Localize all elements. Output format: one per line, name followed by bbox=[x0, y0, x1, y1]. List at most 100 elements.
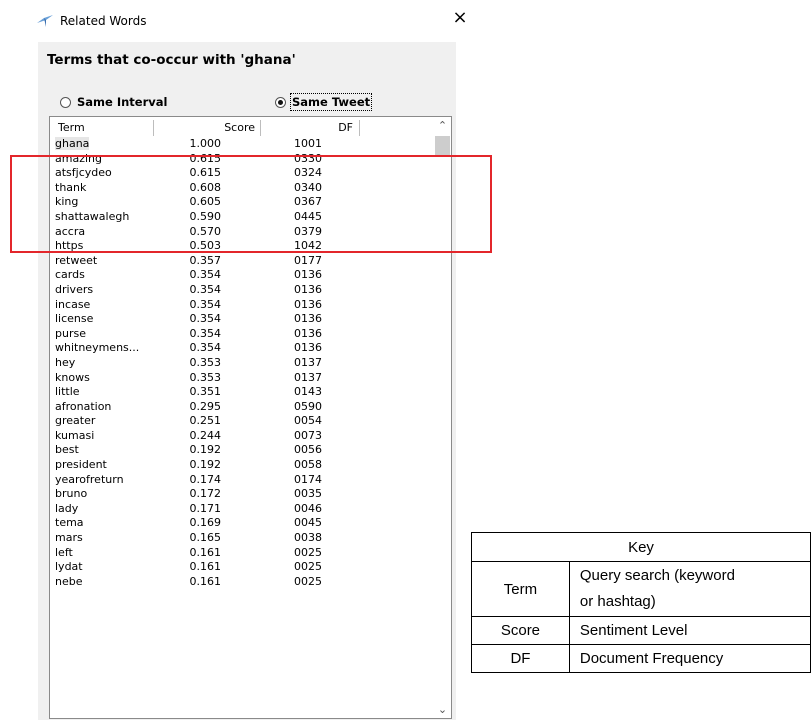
cell-df: 0143 bbox=[221, 385, 330, 400]
cell-score-text: 0.351 bbox=[189, 385, 222, 399]
table-row[interactable]: hey 0.353 0137 bbox=[53, 356, 433, 371]
cell-score: 0.354 bbox=[154, 282, 222, 298]
cell-df: 0136 bbox=[221, 312, 330, 327]
table-row[interactable]: cards 0.354 0136 bbox=[53, 268, 433, 283]
key-term: Score bbox=[471, 616, 570, 645]
cell-term-text: little bbox=[55, 385, 80, 399]
key-desc: Sentiment Level bbox=[568, 616, 811, 645]
cell-df-text: 0058 bbox=[294, 458, 322, 472]
cell-df-text: 0137 bbox=[294, 355, 322, 369]
cell-score-text: 0.192 bbox=[189, 443, 222, 457]
highlight-box bbox=[10, 155, 492, 253]
cell-df-text: 0590 bbox=[294, 399, 322, 413]
cell-score: 0.244 bbox=[154, 428, 222, 444]
table-row[interactable]: nebe 0.161 0025 bbox=[53, 575, 433, 590]
cell-term: best bbox=[53, 443, 154, 458]
cell-df-text: 0025 bbox=[294, 545, 322, 559]
table-row[interactable]: yearofreturn 0.174 0174 bbox=[53, 473, 433, 488]
table-row[interactable]: license 0.354 0136 bbox=[53, 312, 433, 327]
cell-term: yearofreturn bbox=[53, 473, 154, 488]
scroll-up-icon[interactable]: ⌃ bbox=[434, 117, 451, 134]
cell-df-text: 0025 bbox=[294, 560, 322, 574]
table-row[interactable]: left 0.161 0025 bbox=[53, 546, 433, 561]
cell-score-text: 0.353 bbox=[189, 370, 222, 384]
cell-score-text: 0.295 bbox=[189, 399, 222, 413]
radio-same-tweet[interactable]: Same Tweet bbox=[275, 93, 373, 111]
radio-same-interval[interactable]: Same Interval bbox=[60, 95, 167, 109]
table-row[interactable]: lydat 0.161 0025 bbox=[53, 560, 433, 575]
cell-score: 0.161 bbox=[154, 545, 222, 561]
cell-term-text: whitneymens... bbox=[55, 341, 140, 355]
table-row[interactable]: best 0.192 0056 bbox=[53, 443, 433, 458]
scroll-down-icon[interactable]: ⌄ bbox=[434, 701, 451, 718]
close-icon[interactable]: × bbox=[452, 9, 468, 27]
table-row[interactable]: purse 0.354 0136 bbox=[53, 327, 433, 342]
cell-df-text: 0143 bbox=[294, 385, 322, 399]
cell-df: 0025 bbox=[221, 546, 330, 561]
cell-df-text: 0054 bbox=[294, 414, 322, 428]
cell-df-text: 0137 bbox=[294, 370, 322, 384]
radio-label: Same Interval bbox=[77, 95, 168, 109]
column-header-df[interactable]: DF bbox=[261, 120, 360, 136]
cell-score-text: 0.161 bbox=[189, 560, 222, 574]
cell-score-text: 0.354 bbox=[189, 282, 222, 296]
cell-score: 0.351 bbox=[154, 385, 222, 400]
cell-term: hey bbox=[53, 356, 154, 371]
cell-df: 0073 bbox=[221, 429, 330, 444]
table-row[interactable]: ghana 1.000 1001 bbox=[53, 137, 433, 152]
radio-indicator[interactable] bbox=[275, 96, 286, 108]
cell-score-text: 0.161 bbox=[189, 574, 222, 588]
cell-score: 0.192 bbox=[154, 443, 222, 458]
cell-df: 1001 bbox=[221, 137, 330, 152]
table-row[interactable]: mars 0.165 0038 bbox=[53, 531, 433, 546]
table-row[interactable]: whitneymens... 0.354 0136 bbox=[53, 341, 433, 356]
cell-term-text: lady bbox=[55, 501, 79, 515]
table-row[interactable]: lady 0.171 0046 bbox=[53, 502, 433, 517]
column-header-score[interactable]: Score bbox=[154, 120, 261, 136]
cell-term: little bbox=[53, 385, 154, 400]
cell-df-text: 0136 bbox=[294, 326, 322, 340]
cell-term: afronation bbox=[53, 400, 154, 415]
cell-df-text: 0136 bbox=[294, 282, 322, 296]
cell-score: 0.161 bbox=[154, 560, 222, 575]
cell-score: 0.353 bbox=[154, 370, 222, 386]
cell-df-text: 0174 bbox=[294, 472, 322, 486]
key-term: DF bbox=[471, 644, 570, 673]
column-header-term[interactable]: Term bbox=[53, 120, 154, 136]
cell-term-text: mars bbox=[55, 531, 83, 545]
cell-term-text: kumasi bbox=[55, 428, 95, 442]
cell-score-text: 0.161 bbox=[189, 545, 222, 559]
table-row[interactable]: tema 0.169 0045 bbox=[53, 516, 433, 531]
cell-score: 0.251 bbox=[154, 414, 222, 429]
cell-score: 0.295 bbox=[154, 399, 222, 415]
cell-term: nebe bbox=[53, 575, 154, 590]
key-desc: Query search (keyword or hashtag) bbox=[568, 561, 811, 617]
cell-term: left bbox=[53, 546, 154, 561]
table-row[interactable]: little 0.351 0143 bbox=[53, 385, 433, 400]
cell-score-text: 0.354 bbox=[189, 268, 222, 282]
table-row[interactable]: kumasi 0.244 0073 bbox=[53, 429, 433, 444]
cell-df-text: 0025 bbox=[294, 574, 322, 588]
table-row[interactable]: incase 0.354 0136 bbox=[53, 298, 433, 313]
cell-term: ghana bbox=[53, 137, 154, 152]
cell-df-text: 0177 bbox=[294, 253, 322, 267]
table-row[interactable]: greater 0.251 0054 bbox=[53, 414, 433, 429]
table-row[interactable]: retweet 0.357 0177 bbox=[53, 254, 433, 269]
cell-score: 0.354 bbox=[154, 312, 222, 327]
cell-df: 0590 bbox=[221, 400, 330, 415]
cell-df: 0136 bbox=[221, 298, 330, 313]
table-row[interactable]: president 0.192 0058 bbox=[53, 458, 433, 473]
table-row[interactable]: drivers 0.354 0136 bbox=[53, 283, 433, 298]
key-desc: Document Frequency bbox=[568, 644, 811, 673]
table-row[interactable]: bruno 0.172 0035 bbox=[53, 487, 433, 502]
cell-score-text: 0.244 bbox=[189, 428, 222, 442]
table-row[interactable]: knows 0.353 0137 bbox=[53, 371, 433, 386]
table-row[interactable]: afronation 0.295 0590 bbox=[53, 400, 433, 415]
radio-label: Same Tweet bbox=[289, 93, 373, 111]
cell-score-text: 0.357 bbox=[189, 253, 222, 267]
scroll-thumb[interactable] bbox=[435, 136, 450, 156]
cell-score: 0.357 bbox=[154, 253, 222, 269]
key-term: Term bbox=[471, 561, 570, 617]
cell-df: 0046 bbox=[221, 502, 330, 517]
radio-indicator[interactable] bbox=[60, 96, 71, 108]
